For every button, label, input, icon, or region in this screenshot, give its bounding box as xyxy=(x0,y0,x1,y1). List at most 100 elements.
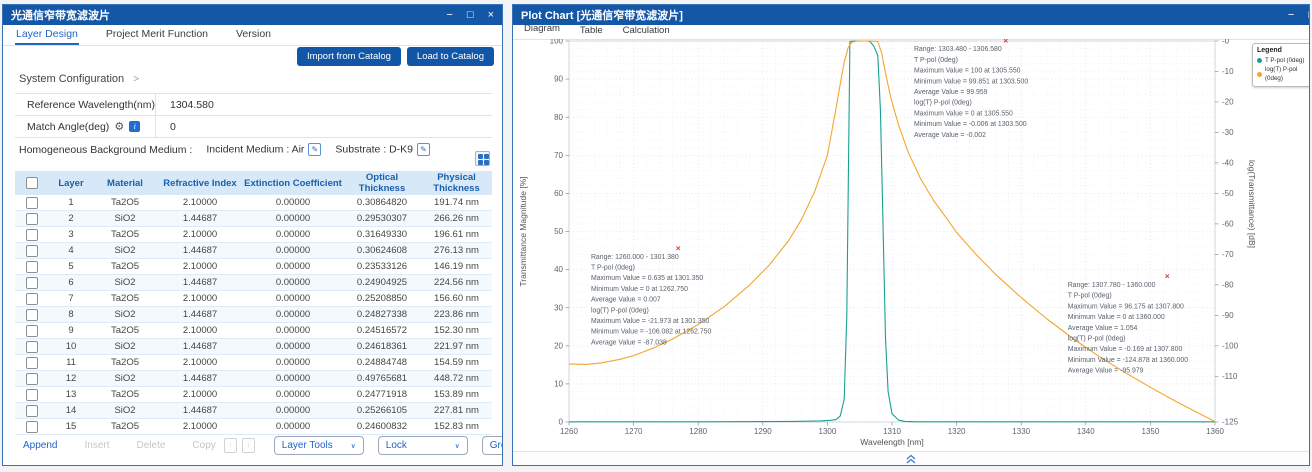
select-all-checkbox[interactable] xyxy=(26,177,38,189)
refractive-index-cell[interactable]: 1.44687 xyxy=(157,275,243,291)
gear-icon[interactable]: ⚙ xyxy=(114,120,124,133)
material-cell[interactable]: Ta2O5 xyxy=(93,355,157,371)
tab-project-merit-function[interactable]: Project Merit Function xyxy=(105,26,209,45)
import-from-catalog-button[interactable]: Import from Catalog xyxy=(297,47,401,66)
extinction-coefficient-cell[interactable]: 0.00000 xyxy=(243,387,343,403)
extinction-coefficient-cell[interactable]: 0.00000 xyxy=(243,227,343,243)
physical-thickness-cell[interactable]: 266.26 nm xyxy=(421,211,492,227)
refractive-index-cell[interactable]: 2.10000 xyxy=(157,291,243,307)
physical-thickness-cell[interactable]: 152.83 nm xyxy=(421,419,492,435)
row-checkbox[interactable] xyxy=(26,293,38,305)
optical-thickness-cell[interactable]: 0.24600832 xyxy=(343,419,421,435)
refractive-index-cell[interactable]: 1.44687 xyxy=(157,403,243,419)
physical-thickness-cell[interactable]: 224.56 nm xyxy=(421,275,492,291)
match-angle-value[interactable]: 0 xyxy=(156,121,176,133)
material-cell[interactable]: SiO2 xyxy=(93,243,157,259)
material-cell[interactable]: Ta2O5 xyxy=(93,291,157,307)
copy-button[interactable]: Copy xyxy=(192,440,215,451)
edit-incident-medium-icon[interactable]: ✎ xyxy=(308,143,321,156)
extinction-coefficient-cell[interactable]: 0.00000 xyxy=(243,339,343,355)
extinction-coefficient-cell[interactable]: 0.00000 xyxy=(243,291,343,307)
physical-thickness-cell[interactable]: 153.89 nm xyxy=(421,387,492,403)
row-checkbox[interactable] xyxy=(26,245,38,257)
optical-thickness-cell[interactable]: 0.30864820 xyxy=(343,195,421,211)
optical-thickness-cell[interactable]: 0.29530307 xyxy=(343,211,421,227)
physical-thickness-cell[interactable]: 146.19 nm xyxy=(421,259,492,275)
optical-thickness-cell[interactable]: 0.24516572 xyxy=(343,323,421,339)
material-cell[interactable]: SiO2 xyxy=(93,275,157,291)
move-up-button[interactable]: ↑ xyxy=(224,438,237,453)
refractive-index-cell[interactable]: 2.10000 xyxy=(157,355,243,371)
material-cell[interactable]: SiO2 xyxy=(93,211,157,227)
extinction-coefficient-cell[interactable]: 0.00000 xyxy=(243,307,343,323)
extinction-coefficient-cell[interactable]: 0.00000 xyxy=(243,403,343,419)
row-checkbox[interactable] xyxy=(26,341,38,353)
extinction-coefficient-cell[interactable]: 0.00000 xyxy=(243,195,343,211)
collapse-chevron-icon[interactable] xyxy=(905,454,917,464)
maximize-icon[interactable]: □ xyxy=(467,5,474,25)
refractive-index-cell[interactable]: 2.10000 xyxy=(157,259,243,275)
row-checkbox[interactable] xyxy=(26,277,38,289)
extinction-coefficient-cell[interactable]: 0.00000 xyxy=(243,243,343,259)
row-checkbox[interactable] xyxy=(26,261,38,273)
optical-thickness-cell[interactable]: 0.31649330 xyxy=(343,227,421,243)
extinction-coefficient-cell[interactable]: 0.00000 xyxy=(243,419,343,435)
minimize-icon[interactable]: − xyxy=(446,5,452,25)
material-cell[interactable]: Ta2O5 xyxy=(93,259,157,275)
extinction-coefficient-cell[interactable]: 0.00000 xyxy=(243,355,343,371)
refractive-index-cell[interactable]: 2.10000 xyxy=(157,419,243,435)
lock-dropdown[interactable]: Lock∨ xyxy=(378,436,468,455)
material-palette-button[interactable] xyxy=(475,151,490,166)
material-cell[interactable]: SiO2 xyxy=(93,403,157,419)
physical-thickness-cell[interactable]: 196.61 nm xyxy=(421,227,492,243)
extinction-coefficient-cell[interactable]: 0.00000 xyxy=(243,211,343,227)
physical-thickness-cell[interactable]: 154.59 nm xyxy=(421,355,492,371)
maximize-icon[interactable]: □ xyxy=(1308,5,1310,25)
row-checkbox[interactable] xyxy=(26,309,38,321)
optical-thickness-cell[interactable]: 0.24904925 xyxy=(343,275,421,291)
physical-thickness-cell[interactable]: 276.13 nm xyxy=(421,243,492,259)
optical-thickness-cell[interactable]: 0.23533126 xyxy=(343,259,421,275)
row-checkbox[interactable] xyxy=(26,389,38,401)
refractive-index-cell[interactable]: 1.44687 xyxy=(157,371,243,387)
material-cell[interactable]: Ta2O5 xyxy=(93,227,157,243)
extinction-coefficient-cell[interactable]: 0.00000 xyxy=(243,323,343,339)
optical-thickness-cell[interactable]: 0.25266105 xyxy=(343,403,421,419)
extinction-coefficient-cell[interactable]: 0.00000 xyxy=(243,371,343,387)
material-cell[interactable]: Ta2O5 xyxy=(93,195,157,211)
physical-thickness-cell[interactable]: 156.60 nm xyxy=(421,291,492,307)
material-cell[interactable]: SiO2 xyxy=(93,307,157,323)
row-checkbox[interactable] xyxy=(26,421,38,433)
row-checkbox[interactable] xyxy=(26,357,38,369)
tab-table[interactable]: Table xyxy=(579,23,604,39)
refractive-index-cell[interactable]: 1.44687 xyxy=(157,339,243,355)
material-cell[interactable]: Ta2O5 xyxy=(93,387,157,403)
material-cell[interactable]: SiO2 xyxy=(93,339,157,355)
optical-thickness-cell[interactable]: 0.24827338 xyxy=(343,307,421,323)
row-checkbox[interactable] xyxy=(26,197,38,209)
physical-thickness-cell[interactable]: 223.86 nm xyxy=(421,307,492,323)
layer-tools-dropdown[interactable]: Layer Tools∨ xyxy=(274,436,364,455)
optical-thickness-cell[interactable]: 0.30624608 xyxy=(343,243,421,259)
optical-thickness-cell[interactable]: 0.49765681 xyxy=(343,371,421,387)
row-checkbox[interactable] xyxy=(26,325,38,337)
delete-button[interactable]: Delete xyxy=(137,440,166,451)
material-cell[interactable]: Ta2O5 xyxy=(93,323,157,339)
refractive-index-cell[interactable]: 2.10000 xyxy=(157,195,243,211)
physical-thickness-cell[interactable]: 227.81 nm xyxy=(421,403,492,419)
tab-diagram[interactable]: Diagram xyxy=(523,21,561,39)
tab-version[interactable]: Version xyxy=(235,26,272,45)
material-cell[interactable]: Ta2O5 xyxy=(93,419,157,435)
optical-thickness-cell[interactable]: 0.24771918 xyxy=(343,387,421,403)
physical-thickness-cell[interactable]: 221.97 nm xyxy=(421,339,492,355)
physical-thickness-cell[interactable]: 191.74 nm xyxy=(421,195,492,211)
close-icon[interactable]: × xyxy=(488,5,494,25)
system-configuration-section[interactable]: System Configuration > xyxy=(19,73,139,85)
annotation-close-marker[interactable]: × xyxy=(676,243,681,253)
optical-thickness-cell[interactable]: 0.25208850 xyxy=(343,291,421,307)
move-down-button[interactable]: ↓ xyxy=(242,438,255,453)
row-checkbox[interactable] xyxy=(26,405,38,417)
minimize-icon[interactable]: − xyxy=(1288,5,1294,25)
refractive-index-cell[interactable]: 1.44687 xyxy=(157,243,243,259)
material-cell[interactable]: SiO2 xyxy=(93,371,157,387)
